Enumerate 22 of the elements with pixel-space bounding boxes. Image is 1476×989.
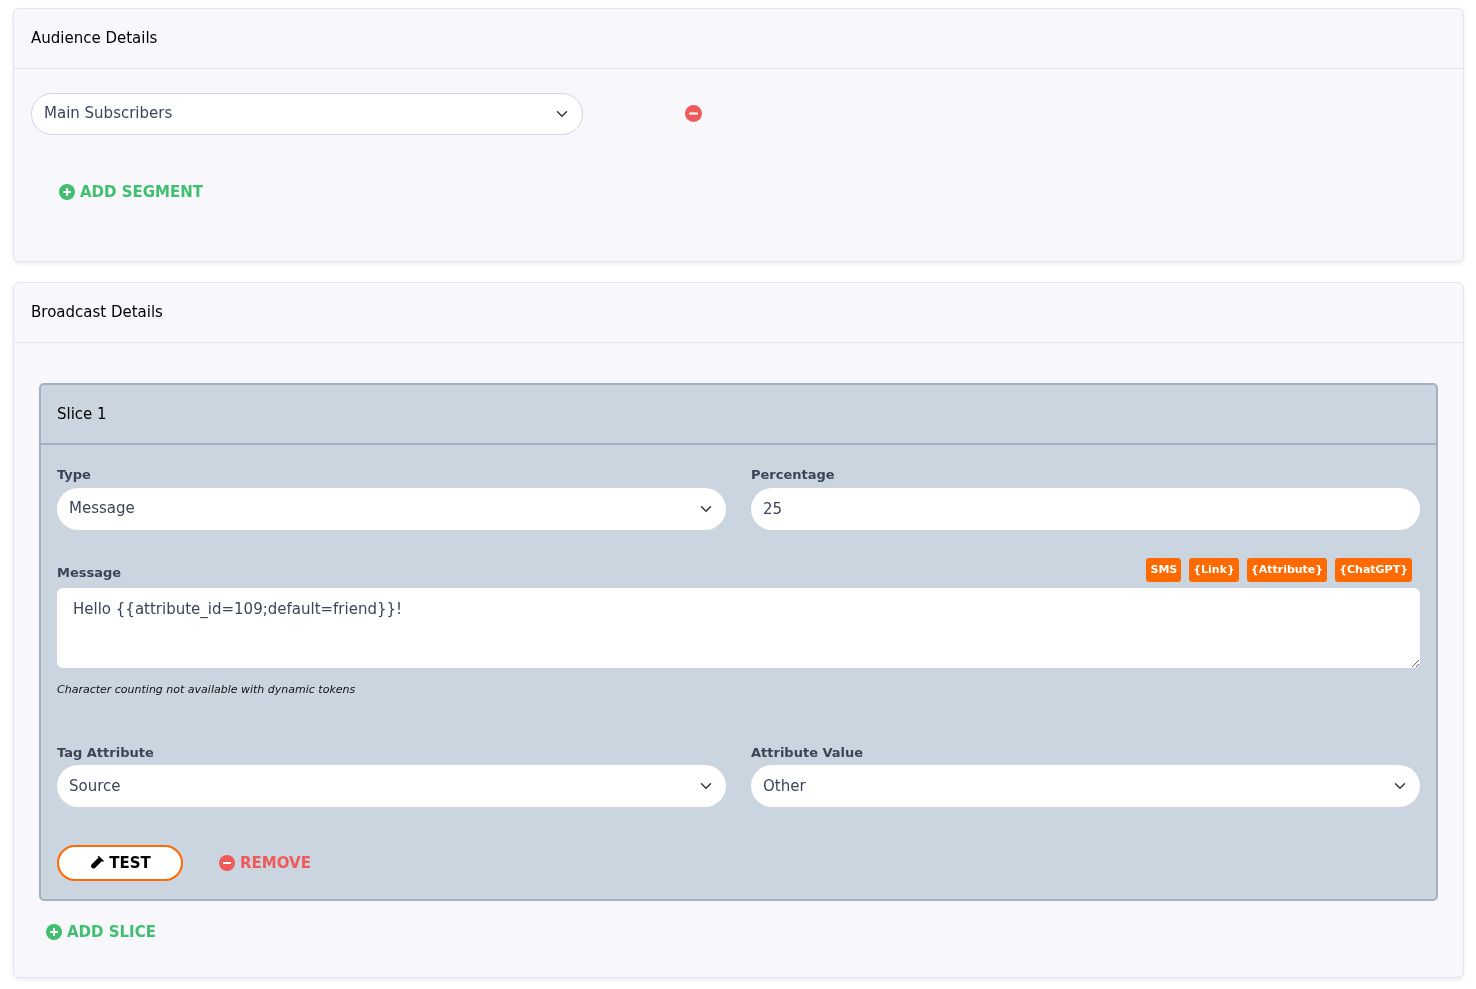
test-tube-icon — [89, 855, 106, 871]
minus-circle-icon — [219, 855, 235, 871]
tag-attribute-select[interactable]: Source — [57, 765, 726, 807]
segment-select[interactable]: Main Subscribers — [31, 92, 583, 135]
type-select[interactable]: Message — [57, 487, 726, 530]
card-title: Audience Details — [14, 9, 1463, 69]
field-label: Percentage — [751, 466, 836, 484]
percentage-input[interactable]: 25 — [751, 487, 1420, 530]
remove-segment-button[interactable] — [685, 105, 702, 122]
test-button[interactable]: TEST — [57, 845, 183, 881]
attribute-value-select[interactable]: Other — [751, 765, 1420, 807]
slice-title: Slice 1 — [41, 384, 1436, 445]
helper-text: Character counting not available with dynamic tokens — [57, 682, 357, 698]
message-textarea[interactable]: Hello {{attribute_id=109;default=friend}}! — [57, 588, 1420, 668]
plus-circle-icon — [59, 183, 75, 200]
plus-circle-icon — [46, 924, 62, 941]
field-label: Tag Attribute — [57, 743, 155, 762]
field-label: Attribute Value — [751, 743, 865, 762]
field-label: Type — [57, 466, 92, 484]
minus-circle-icon — [685, 105, 702, 122]
field-label: Message — [57, 563, 122, 582]
card-title: Broadcast Details — [14, 283, 1463, 343]
